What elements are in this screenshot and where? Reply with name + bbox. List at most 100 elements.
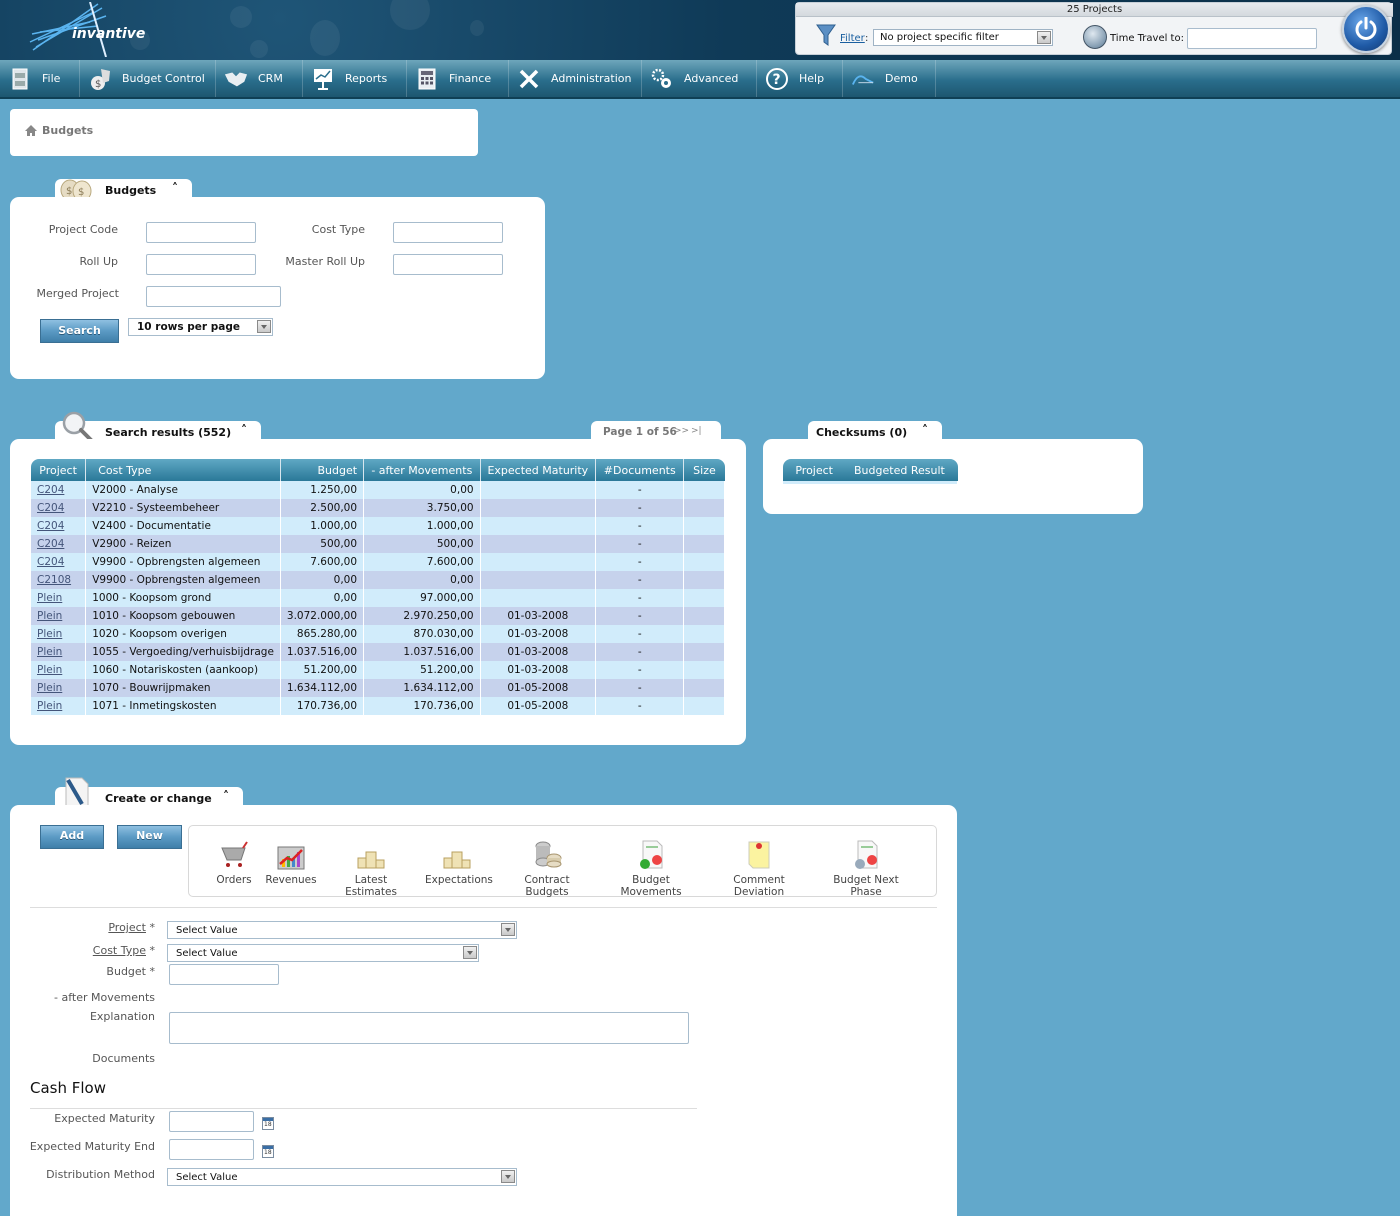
menu-file[interactable]: File — [0, 60, 80, 97]
menu-reports[interactable]: Reports — [303, 60, 407, 97]
table-row[interactable]: C2108 V9900 - Opbrengsten algemeen 0,00 0,0… — [31, 571, 725, 589]
project-link[interactable]: Plein — [37, 592, 62, 604]
expected-maturity-end-input[interactable] — [169, 1139, 254, 1160]
cost-type-input[interactable] — [393, 222, 503, 243]
menu-demo[interactable]: Demo — [843, 60, 936, 97]
action-expectations[interactable]: Expectations — [425, 838, 493, 886]
project-filter-select[interactable]: No project specific filter — [873, 29, 1053, 46]
calendar-icon[interactable]: 18 — [262, 1145, 274, 1158]
project-link[interactable]: Plein — [37, 610, 62, 622]
table-row[interactable]: Plein 1071 - Inmetingskosten 170.736,00 170… — [31, 697, 725, 715]
action-contract-budgets[interactable]: Contract Budgets — [503, 838, 591, 898]
project-link[interactable]: Plein — [37, 700, 62, 712]
action-budget-next-phase[interactable]: Budget Next Phase — [818, 838, 914, 898]
project-code-input[interactable] — [146, 222, 256, 243]
cost-type-label-link[interactable]: Cost Type — [93, 944, 146, 957]
collapse-chevron-icon[interactable]: ˄ — [922, 423, 928, 437]
menu-finance[interactable]: Finance — [407, 60, 509, 97]
table-row[interactable]: Plein 1070 - Bouwrijpmaken 1.634.112,00 1.6… — [31, 679, 725, 697]
logout-power-button[interactable] — [1342, 5, 1390, 53]
chevron-down-icon[interactable] — [463, 946, 477, 959]
cell-project: Plein — [31, 697, 87, 715]
cost-type-select[interactable]: Select Value — [167, 944, 479, 962]
next-page-link[interactable]: >> — [674, 426, 689, 436]
filter-link[interactable]: Filter — [840, 33, 865, 44]
action-comment-deviation[interactable]: Comment Deviation — [712, 838, 806, 898]
action-latest-estimates[interactable]: Latest Estimates — [330, 838, 412, 898]
action-revenues[interactable]: Revenues — [265, 838, 317, 886]
new-button[interactable]: New — [117, 825, 182, 849]
table-row[interactable]: Plein 1060 - Notariskosten (aankoop) 51.20… — [31, 661, 725, 679]
project-link[interactable]: C2108 — [37, 574, 71, 586]
project-field-label[interactable]: Project * — [15, 921, 155, 934]
project-link[interactable]: C204 — [37, 538, 64, 550]
collapse-chevron-icon[interactable]: ˄ — [223, 789, 229, 803]
project-link[interactable]: C204 — [37, 484, 64, 496]
add-button[interactable]: Add — [40, 825, 104, 849]
roll-up-input[interactable] — [146, 254, 256, 275]
collapse-chevron-icon[interactable]: ˄ — [241, 423, 247, 437]
chevron-down-icon[interactable] — [501, 923, 515, 936]
project-link[interactable]: Plein — [37, 682, 62, 694]
distribution-method-select[interactable]: Select Value — [167, 1168, 517, 1186]
calculator-icon — [415, 67, 439, 91]
project-label-link[interactable]: Project — [108, 921, 146, 934]
table-row[interactable]: Plein 1010 - Koopsom gebouwen 3.072.000,00… — [31, 607, 725, 625]
project-link[interactable]: Plein — [37, 646, 62, 658]
project-link[interactable]: Plein — [37, 664, 62, 676]
master-roll-up-input[interactable] — [393, 254, 503, 275]
column-header-project[interactable]: Project — [783, 459, 846, 481]
chevron-down-icon[interactable] — [1037, 31, 1051, 44]
cell-expected-maturity — [480, 535, 597, 553]
menu-advanced[interactable]: Advanced — [642, 60, 757, 97]
project-select[interactable]: Select Value — [167, 921, 517, 939]
calendar-icon[interactable]: 18 — [262, 1117, 274, 1130]
menu-crm[interactable]: CRM — [216, 60, 303, 97]
rows-per-page-select[interactable]: 10 rows per page — [128, 318, 273, 336]
column-header-size[interactable]: Size — [683, 459, 725, 481]
last-page-link[interactable]: >| — [691, 426, 702, 436]
merged-project-input[interactable] — [146, 286, 281, 307]
collapse-chevron-icon[interactable]: ˄ — [172, 181, 178, 195]
invantive-logo[interactable]: invantive — [28, 1, 148, 58]
project-link[interactable]: C204 — [37, 520, 64, 532]
table-row[interactable]: C204 V9900 - Opbrengsten algemeen 7.600,00… — [31, 553, 725, 571]
distribution-method-label: Distribution Method — [46, 1168, 155, 1181]
cell-size — [683, 571, 725, 589]
chevron-down-icon[interactable] — [257, 320, 271, 333]
time-travel-input[interactable] — [1187, 28, 1317, 49]
table-row[interactable]: C204 V2900 - Reizen 500,00 500,00- — [31, 535, 725, 553]
project-link[interactable]: C204 — [37, 556, 64, 568]
search-button[interactable]: Search — [40, 319, 119, 343]
column-header-cost-type[interactable]: Cost Type — [85, 459, 281, 481]
home-icon[interactable] — [25, 125, 37, 136]
chevron-down-icon[interactable] — [501, 1170, 515, 1183]
table-row[interactable]: Plein 1000 - Koopsom grond 0,00 97.000,00 - — [31, 589, 725, 607]
action-budget-movements[interactable]: Budget Movements — [603, 838, 699, 898]
project-link[interactable]: Plein — [37, 628, 62, 640]
project-code-label: Project Code — [48, 223, 118, 236]
column-header-budget[interactable]: Budget — [280, 459, 365, 481]
expected-maturity-input[interactable] — [169, 1111, 254, 1132]
column-header-project[interactable]: Project — [31, 459, 87, 481]
column-header-documents[interactable]: #Documents — [595, 459, 685, 481]
column-header-after-movements[interactable]: - after Movements — [363, 459, 481, 481]
cost-type-field-label[interactable]: Cost Type * — [15, 944, 155, 957]
menu-help[interactable]: ? Help — [757, 60, 843, 97]
explanation-textarea[interactable] — [169, 1012, 689, 1044]
table-row[interactable]: C204 V2000 - Analyse 1.250,00 0,00 - — [31, 481, 725, 499]
table-row[interactable]: C204 V2210 - Systeembeheer 2.500,00 3.750,0… — [31, 499, 725, 517]
column-header-expected-maturity[interactable]: Expected Maturity — [480, 459, 597, 481]
table-row[interactable]: Plein 1055 - Vergoeding/verhuisbijdrage 1.… — [31, 643, 725, 661]
cell-expected-maturity — [480, 553, 597, 571]
cell-budget: 1.000,00 — [280, 517, 365, 535]
project-link[interactable]: C204 — [37, 502, 64, 514]
column-header-budgeted-result[interactable]: Budgeted Result — [845, 459, 958, 481]
menu-budget-control[interactable]: $ Budget Control — [80, 60, 216, 97]
budget-input[interactable] — [169, 964, 279, 985]
breadcrumb-budgets[interactable]: Budgets — [42, 124, 93, 137]
table-row[interactable]: C204 V2400 - Documentatie 1.000,00 1.000,00… — [31, 517, 725, 535]
table-row[interactable]: Plein 1020 - Koopsom overigen 865.280,00 87… — [31, 625, 725, 643]
menu-administration[interactable]: Administration — [509, 60, 642, 97]
action-orders[interactable]: Orders — [215, 838, 253, 886]
